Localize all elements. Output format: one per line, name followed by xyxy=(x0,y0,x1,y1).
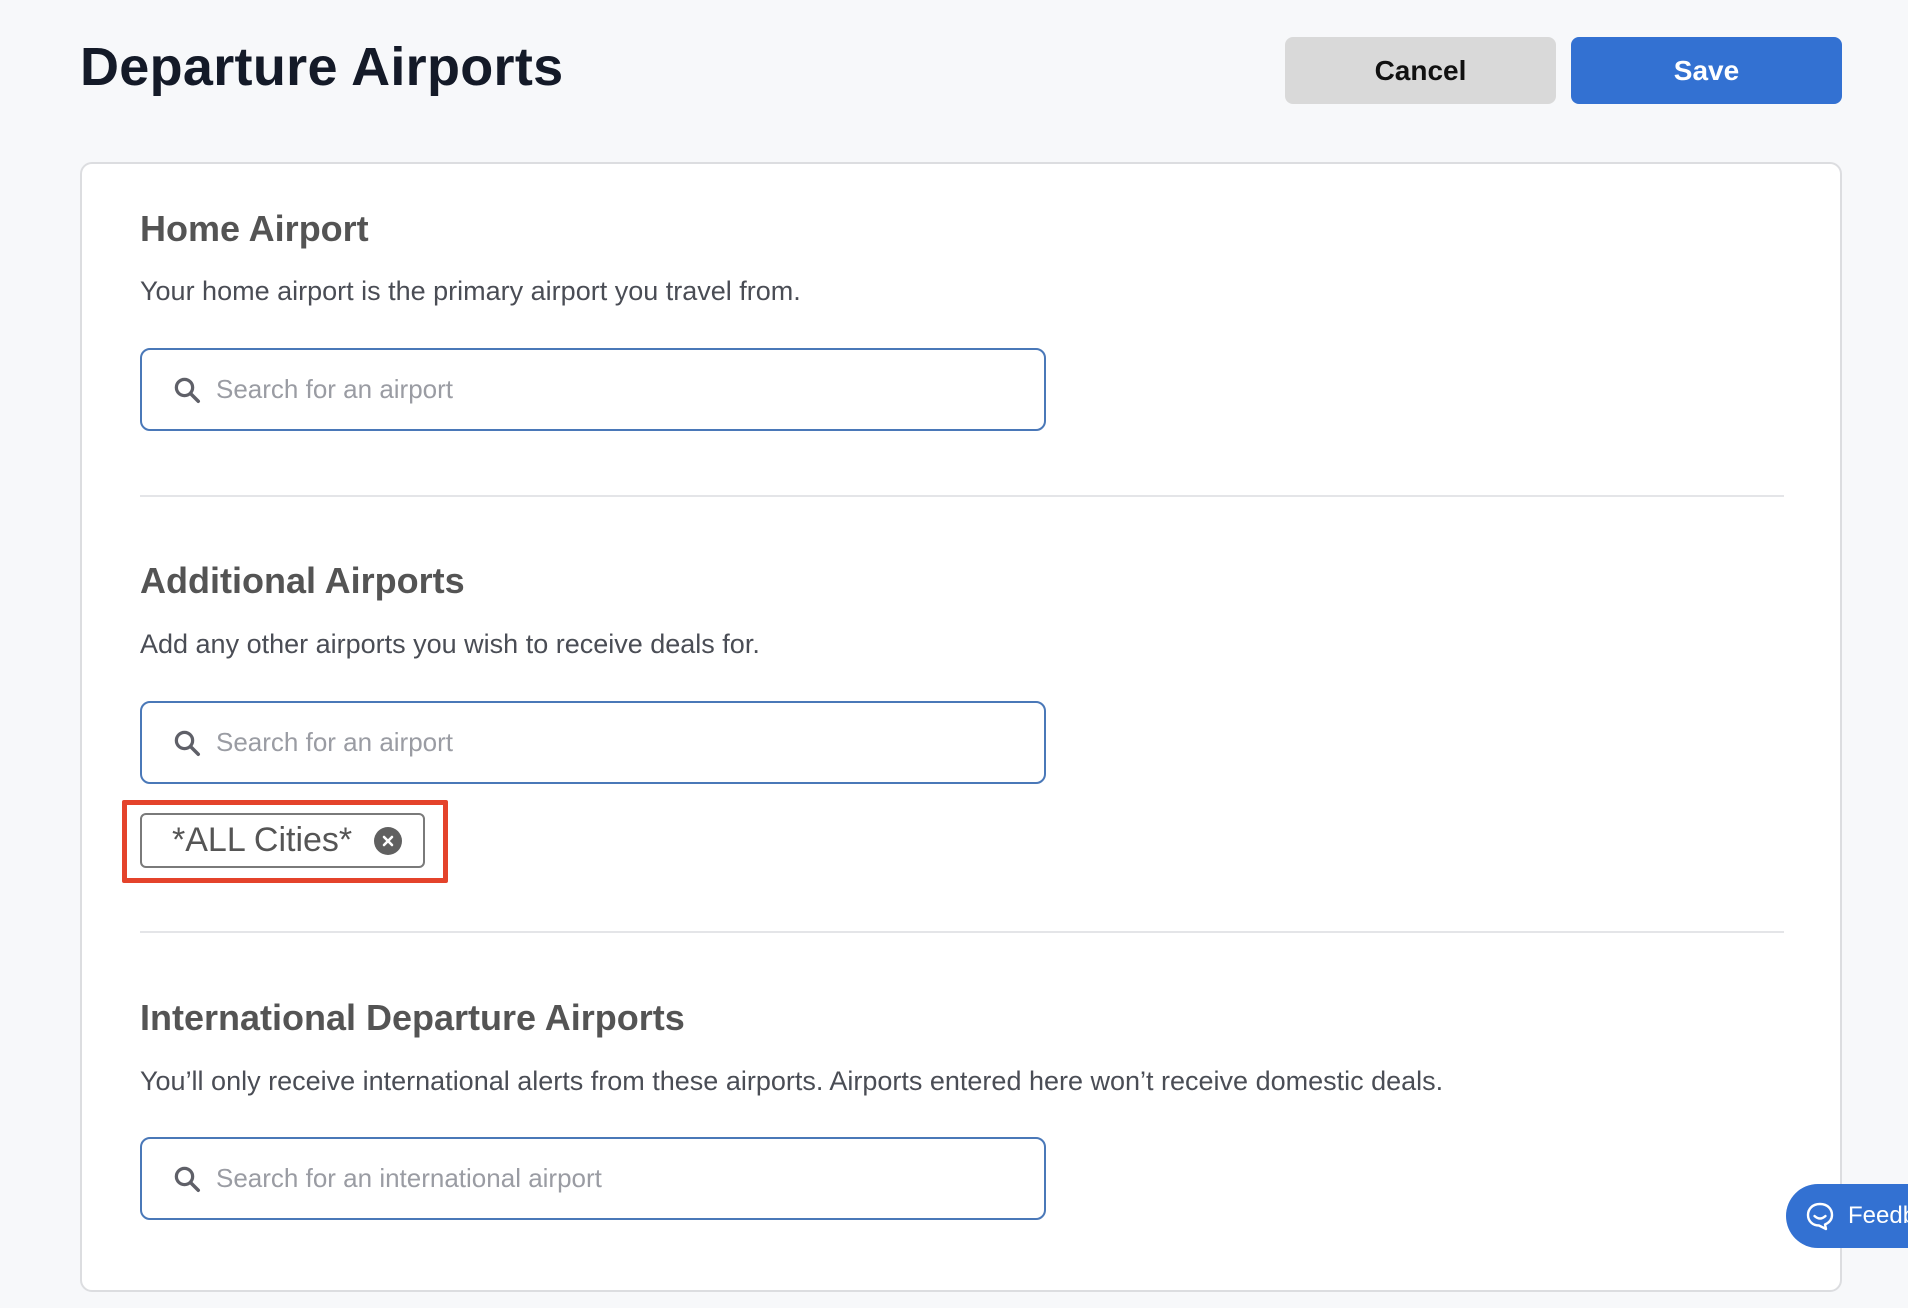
close-icon xyxy=(382,835,394,846)
remove-chip-button[interactable] xyxy=(374,826,403,855)
departure-airports-card: Home Airport Your home airport is the pr… xyxy=(80,162,1842,1292)
international-airports-search-box[interactable] xyxy=(140,1137,1046,1220)
save-button[interactable]: Save xyxy=(1571,37,1842,104)
international-airports-description: You’ll only receive international alerts… xyxy=(140,1066,1444,1096)
additional-airports-search-box[interactable] xyxy=(140,701,1046,784)
home-airport-heading: Home Airport xyxy=(140,208,369,249)
search-icon xyxy=(174,730,200,756)
feedback-label: Feedb xyxy=(1848,1202,1908,1229)
international-airports-heading: International Departure Airports xyxy=(140,997,685,1038)
page-title: Departure Airports xyxy=(80,37,564,97)
additional-airports-heading: Additional Airports xyxy=(140,560,465,601)
section-divider xyxy=(140,931,1784,933)
airport-chip: *ALL Cities* xyxy=(140,813,425,868)
search-icon xyxy=(174,377,200,403)
home-airport-search-input[interactable] xyxy=(216,350,1044,429)
home-airport-description: Your home airport is the primary airport… xyxy=(140,276,801,306)
international-airports-search-input[interactable] xyxy=(216,1139,1044,1218)
cancel-button[interactable]: Cancel xyxy=(1285,37,1556,104)
additional-airports-search-input[interactable] xyxy=(216,703,1044,782)
feedback-button[interactable]: Feedb xyxy=(1786,1184,1908,1248)
section-divider xyxy=(140,495,1784,497)
chat-bubble-icon xyxy=(1806,1202,1834,1231)
home-airport-search-box[interactable] xyxy=(140,348,1046,431)
chip-label: *ALL Cities* xyxy=(172,821,353,859)
search-icon xyxy=(174,1166,200,1192)
additional-airports-description: Add any other airports you wish to recei… xyxy=(140,629,760,659)
